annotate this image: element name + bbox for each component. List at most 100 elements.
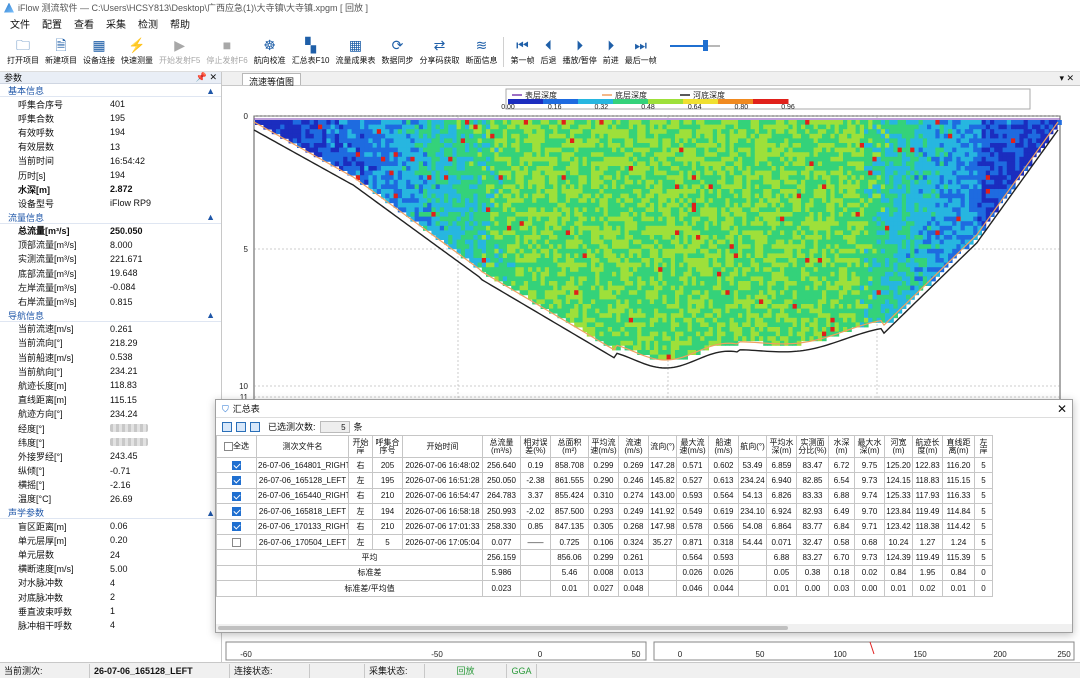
toolbar-button-6[interactable]: ☸ 航向校准 (254, 32, 286, 72)
velocity-cell (704, 253, 709, 259)
toolbar-button-2[interactable]: ▦ 设备连接 (83, 32, 115, 72)
velocity-cell (763, 120, 768, 125)
velocity-cell (570, 244, 575, 250)
velocity-cell (511, 156, 516, 162)
chevron-up-icon[interactable]: ▲ (206, 212, 215, 222)
menu-check[interactable]: 检测 (138, 16, 158, 31)
tab-velocity-contour[interactable]: 流速等值图 (242, 73, 302, 87)
velocity-cell (813, 133, 819, 139)
params-section-1[interactable]: 流量信息 ▲ (0, 212, 221, 224)
velocity-cell (746, 152, 751, 158)
chevron-up-icon[interactable]: ▲ (206, 86, 215, 96)
velocity-cell (796, 175, 802, 181)
velocity-cell (759, 239, 764, 245)
velocity-cell (700, 138, 705, 144)
velocity-cell (603, 143, 609, 148)
velocity-cell (683, 262, 688, 268)
velocity-cell (662, 331, 667, 337)
toolbar-button-8[interactable]: ▦ 流量成果表 (335, 32, 375, 72)
velocity-cell (519, 175, 525, 181)
chevron-up-icon[interactable]: ▲ (206, 508, 215, 518)
velocity-cell (599, 281, 604, 286)
toolbar-button-1[interactable]: 🗎 新建项目 (45, 32, 77, 72)
velocity-cell (742, 327, 747, 332)
velocity-cell (633, 313, 638, 319)
velocity-cell (666, 207, 672, 213)
menu-collect[interactable]: 采集 (106, 16, 126, 31)
playback-button-4[interactable]: ⏭ 最后一帧 (625, 32, 657, 72)
velocity-cell (355, 161, 361, 167)
toolbar-button-10[interactable]: ⇄ 分享码获取 (419, 32, 459, 72)
toolbar-button-5[interactable]: ■ 停止发射F6 (206, 32, 247, 72)
params-section-2[interactable]: 导航信息 ▲ (0, 310, 221, 322)
velocity-cell (645, 156, 651, 162)
playback-button-1[interactable]: ⏴ 后退 (540, 32, 556, 72)
toolbar-icon-10: ⇄ (433, 37, 446, 53)
velocity-cell (683, 143, 688, 148)
velocity-cell (439, 129, 445, 135)
velocity-cell (439, 179, 445, 185)
velocity-cell (452, 147, 457, 153)
menu-help[interactable]: 帮助 (170, 16, 190, 31)
toolbar-button-9[interactable]: ⟳ 数据同步 (381, 32, 413, 72)
chevron-up-icon[interactable]: ▲ (206, 310, 215, 320)
params-section-3[interactable]: 声学参数 ▲ (0, 507, 221, 520)
velocity-cell (481, 258, 487, 263)
playback-button-0[interactable]: ⏮ 第一帧 (510, 32, 534, 72)
velocity-cell (486, 216, 491, 222)
velocity-cell (515, 248, 520, 254)
velocity-cell (700, 336, 705, 342)
velocity-cell (641, 175, 646, 181)
panel-pin-close-icon[interactable]: 📌 ✕ (196, 72, 217, 83)
velocity-cell (507, 198, 512, 204)
velocity-cell (616, 304, 621, 309)
velocity-cell (654, 304, 659, 309)
toolbar-button-4[interactable]: ▶ 开始发射F5 (159, 32, 200, 72)
velocity-cell (570, 152, 575, 158)
velocity-cell (523, 147, 529, 153)
tab-controls-icon[interactable]: ▾ ✕ (1059, 73, 1074, 84)
velocity-cell (481, 248, 487, 254)
velocity-cell (788, 322, 793, 328)
slider-knob[interactable] (702, 40, 708, 51)
speed-slider[interactable] (669, 32, 720, 72)
toolbar-button-0[interactable]: 🗀 打开项目 (7, 32, 39, 72)
toolbar-button-7[interactable]: ▚ 汇总表F10 (292, 32, 330, 72)
velocity-cell (700, 271, 705, 277)
playback-button-3[interactable]: ⏵ 前进 (603, 32, 619, 72)
velocity-cell (675, 299, 680, 305)
velocity-cell (826, 179, 831, 185)
menu-config[interactable]: 配置 (42, 16, 62, 31)
params-section-0[interactable]: 基本信息 ▲ (0, 85, 221, 97)
velocity-cell (654, 331, 659, 337)
velocity-cell (402, 138, 407, 144)
velocity-cell (805, 156, 810, 162)
velocity-cell (637, 207, 642, 213)
velocity-cell (805, 253, 810, 259)
velocity-cell (515, 166, 520, 171)
velocity-cell (637, 166, 642, 171)
velocity-cell (612, 221, 617, 227)
velocity-cell (435, 207, 441, 213)
velocity-cell (460, 244, 466, 250)
toolbar-button-11[interactable]: ≋ 断面信息 (465, 32, 497, 72)
velocity-cell (612, 267, 617, 273)
velocity-cell (511, 198, 516, 204)
velocity-cell (460, 179, 466, 185)
velocity-cell (649, 202, 655, 208)
velocity-cell (347, 156, 352, 162)
menu-file[interactable]: 文件 (10, 16, 30, 31)
section-title: 导航信息 (8, 310, 45, 321)
velocity-cell (465, 235, 470, 240)
velocity-cell (654, 189, 659, 194)
playback-button-2[interactable]: ⏵ 播放/暂停 (562, 32, 596, 72)
velocity-cell (822, 221, 827, 227)
velocity-cell (763, 212, 768, 217)
menu-view[interactable]: 查看 (74, 16, 94, 31)
velocity-cell (675, 285, 680, 291)
velocity-cell (565, 161, 571, 167)
toolbar-button-3[interactable]: ⚡ 快速测量 (121, 32, 153, 72)
velocity-cell (448, 129, 453, 135)
velocity-cell (624, 198, 630, 204)
velocity-cell (376, 175, 382, 181)
